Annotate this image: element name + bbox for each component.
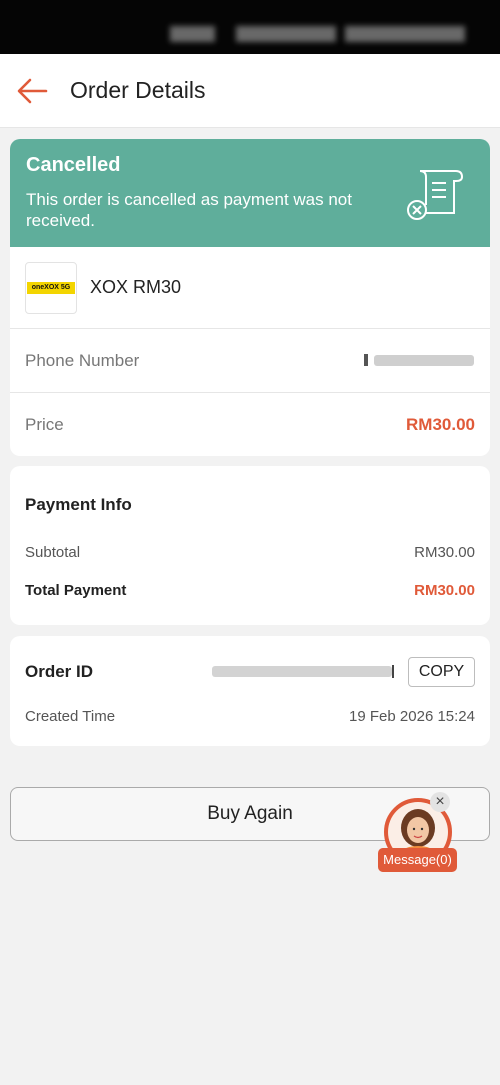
- product-row[interactable]: oneXOX 5G XOX RM30: [10, 247, 490, 329]
- created-time-label: Created Time: [25, 708, 116, 725]
- receipt-cancel-icon: [407, 170, 464, 220]
- redacted-status-icons: [170, 26, 215, 42]
- close-chat-button[interactable]: ×: [430, 792, 450, 812]
- arrow-left-icon: [17, 78, 48, 104]
- redacted-status-icons: [345, 26, 465, 42]
- copy-order-id-button[interactable]: COPY: [408, 657, 475, 687]
- redacted-phone-number: [364, 354, 474, 366]
- total-payment-value: RM30.00: [414, 582, 475, 599]
- status-description: This order is cancelled as payment was n…: [26, 190, 352, 230]
- product-thumbnail: oneXOX 5G: [25, 262, 77, 314]
- created-time-value: 19 Feb 2026 15:24: [349, 708, 475, 725]
- order-id-card: Order ID COPY Created Time 19 Feb 2026 1…: [10, 636, 490, 746]
- status-banner: Cancelled This order is cancelled as pay…: [10, 139, 490, 247]
- app-header: Order Details: [0, 54, 500, 128]
- phone-number-row: Phone Number: [10, 329, 490, 393]
- close-icon: ×: [435, 793, 445, 810]
- redacted-order-id: [212, 665, 394, 678]
- chat-widget[interactable]: × Message(0): [378, 792, 468, 874]
- payment-info-title: Payment Info: [25, 495, 132, 514]
- subtotal-label: Subtotal: [25, 544, 81, 561]
- order-id-label: Order ID: [25, 662, 94, 681]
- order-summary-card: Cancelled This order is cancelled as pay…: [10, 139, 490, 456]
- subtotal-value: RM30.00: [414, 544, 475, 561]
- price-label: Price: [25, 415, 64, 434]
- price-value: RM30.00: [406, 415, 475, 434]
- payment-info-card: Payment Info Subtotal RM30.00 Total Paym…: [10, 466, 490, 625]
- page-title: Order Details: [70, 77, 206, 103]
- price-row: Price RM30.00: [10, 393, 490, 455]
- back-button[interactable]: [14, 76, 50, 106]
- status-bar: [0, 0, 500, 54]
- redacted-status-icons: [236, 26, 336, 42]
- product-name: XOX RM30: [90, 277, 182, 297]
- message-count-label[interactable]: Message(0): [378, 848, 457, 872]
- product-logo: oneXOX 5G: [27, 282, 75, 294]
- total-payment-label: Total Payment: [25, 582, 127, 599]
- phone-number-label: Phone Number: [25, 351, 140, 370]
